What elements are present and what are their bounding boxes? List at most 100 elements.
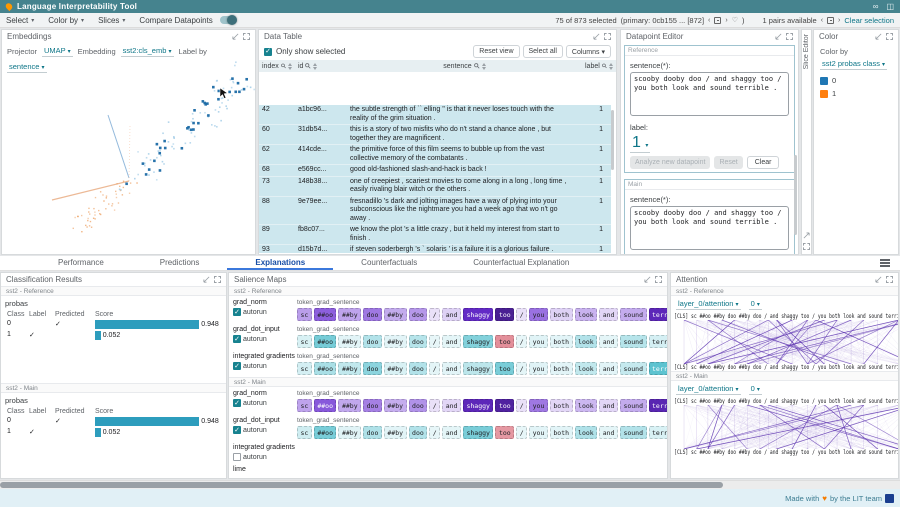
salience-token[interactable]: too	[495, 426, 514, 439]
salience-token[interactable]: sc	[297, 399, 312, 412]
salience-token[interactable]: ##by	[338, 426, 361, 439]
table-scrollbar[interactable]	[611, 110, 614, 170]
maximize-icon[interactable]	[786, 33, 793, 40]
embedding-select[interactable]: sst2:cls_emb ▾	[121, 46, 174, 57]
pair-select-icon[interactable]	[827, 17, 834, 24]
table-row[interactable]: 42a1bc96...the subtle strength of `` ell…	[259, 105, 611, 125]
favorite-icon[interactable]: ♡	[732, 16, 738, 24]
minimize-icon[interactable]	[232, 33, 239, 40]
scrollbar-thumb[interactable]	[0, 482, 723, 488]
salience-token[interactable]: doo	[363, 426, 382, 439]
column-header-index[interactable]: index	[259, 60, 295, 72]
select-menu[interactable]: Select ▾	[6, 16, 34, 25]
maximize-icon[interactable]	[886, 33, 893, 40]
salience-token[interactable]: both	[550, 426, 573, 439]
table-row[interactable]: 73148b38...one of creepiest , scariest m…	[259, 177, 611, 197]
attention-layer-select[interactable]: layer_0/attention ▾	[676, 299, 741, 310]
salience-token[interactable]: ##by	[338, 335, 361, 348]
reset-button[interactable]: Reset	[714, 156, 742, 169]
salience-token[interactable]: sound	[620, 335, 647, 348]
salience-token[interactable]: ##oo	[314, 399, 337, 412]
salience-token[interactable]: shaggy	[463, 399, 493, 412]
sentence-textarea[interactable]	[630, 72, 789, 116]
salience-token[interactable]: /	[429, 335, 440, 348]
salience-token[interactable]: and	[599, 362, 618, 375]
attention-layer-select[interactable]: layer_0/attention ▾	[676, 384, 741, 395]
salience-token[interactable]: doo	[409, 335, 428, 348]
salience-token[interactable]: sc	[297, 426, 312, 439]
salience-token[interactable]: both	[550, 399, 573, 412]
salience-token[interactable]: /	[516, 308, 527, 321]
clear-button[interactable]: Clear	[747, 156, 780, 169]
salience-token[interactable]: you	[529, 308, 548, 321]
table-button-columns[interactable]: Columns ▾	[566, 45, 611, 58]
maximize-icon[interactable]	[803, 243, 810, 250]
salience-token[interactable]: sc	[297, 308, 312, 321]
salience-token[interactable]: sc	[297, 362, 312, 375]
label-select[interactable]: 1 ▾	[630, 134, 650, 153]
clear-selection-link[interactable]: Clear selection	[844, 16, 894, 25]
salience-token[interactable]: ##by	[384, 308, 407, 321]
salience-token[interactable]: shaggy	[463, 308, 493, 321]
salience-token[interactable]: and	[442, 335, 461, 348]
tab-counterfactual-explanation[interactable]: Counterfactual Explanation	[445, 256, 597, 270]
salience-token[interactable]: /	[516, 335, 527, 348]
salience-token[interactable]: too	[495, 308, 514, 321]
autorun-checkbox[interactable]: ✓	[233, 399, 241, 407]
embedding-scatter-plot[interactable]	[2, 60, 255, 254]
salience-token[interactable]: and	[442, 399, 461, 412]
salience-token[interactable]: ##by	[384, 426, 407, 439]
next-datapoint-button[interactable]: ›	[725, 17, 727, 24]
salience-token[interactable]: /	[429, 426, 440, 439]
minimize-icon[interactable]	[593, 33, 600, 40]
salience-token[interactable]: terrible	[649, 399, 668, 412]
sort-icon[interactable]	[288, 63, 292, 70]
salience-token[interactable]: sc	[297, 335, 312, 348]
salience-token[interactable]: ##by	[338, 399, 361, 412]
salience-token[interactable]: doo	[409, 426, 428, 439]
salience-token[interactable]: ##by	[338, 362, 361, 375]
salience-token[interactable]: shaggy	[463, 426, 493, 439]
salience-token[interactable]: /	[516, 362, 527, 375]
maximize-icon[interactable]	[214, 276, 221, 283]
autorun-checkbox[interactable]: ✓	[233, 308, 241, 316]
menu-icon[interactable]	[880, 259, 890, 267]
salience-token[interactable]: you	[529, 426, 548, 439]
table-row[interactable]: 89fb8c07...we know the plot 's a little …	[259, 225, 611, 245]
expand-icon[interactable]	[803, 232, 810, 239]
salience-token[interactable]: and	[442, 426, 461, 439]
slice-editor-tab[interactable]: Slice Editor	[801, 29, 812, 255]
column-header-label[interactable]: label	[582, 60, 616, 72]
salience-token[interactable]: shaggy	[463, 335, 493, 348]
salience-token[interactable]: sound	[620, 426, 647, 439]
salience-token[interactable]: look	[575, 426, 598, 439]
salience-token[interactable]: ##by	[384, 362, 407, 375]
maximize-icon[interactable]	[655, 276, 662, 283]
slices-menu[interactable]: Slices ▾	[98, 16, 125, 25]
sort-icon[interactable]	[609, 63, 613, 70]
salience-token[interactable]: ##by	[384, 335, 407, 348]
salience-token[interactable]: sound	[620, 362, 647, 375]
salience-token[interactable]: /	[516, 426, 527, 439]
column-header-id[interactable]: id	[295, 60, 347, 72]
salience-token[interactable]: and	[599, 335, 618, 348]
salience-token[interactable]: doo	[363, 399, 382, 412]
salience-token[interactable]: /	[516, 399, 527, 412]
maximize-icon[interactable]	[604, 33, 611, 40]
salience-token[interactable]: too	[495, 335, 514, 348]
select-random-icon[interactable]	[714, 17, 721, 24]
salience-token[interactable]: ##by	[384, 399, 407, 412]
salience-token[interactable]: doo	[409, 308, 428, 321]
salience-token[interactable]: both	[550, 362, 573, 375]
salience-token[interactable]: look	[575, 399, 598, 412]
maximize-icon[interactable]	[243, 33, 250, 40]
salience-token[interactable]: too	[495, 362, 514, 375]
minimize-icon[interactable]	[875, 276, 882, 283]
salience-token[interactable]: /	[429, 308, 440, 321]
salience-token[interactable]: and	[442, 362, 461, 375]
sort-icon[interactable]	[482, 63, 486, 70]
prev-datapoint-button[interactable]: ‹	[708, 17, 710, 24]
tab-predictions[interactable]: Predictions	[132, 256, 228, 270]
prev-pair-button[interactable]: ‹	[821, 17, 823, 24]
table-button-reset-view[interactable]: Reset view	[473, 45, 519, 58]
